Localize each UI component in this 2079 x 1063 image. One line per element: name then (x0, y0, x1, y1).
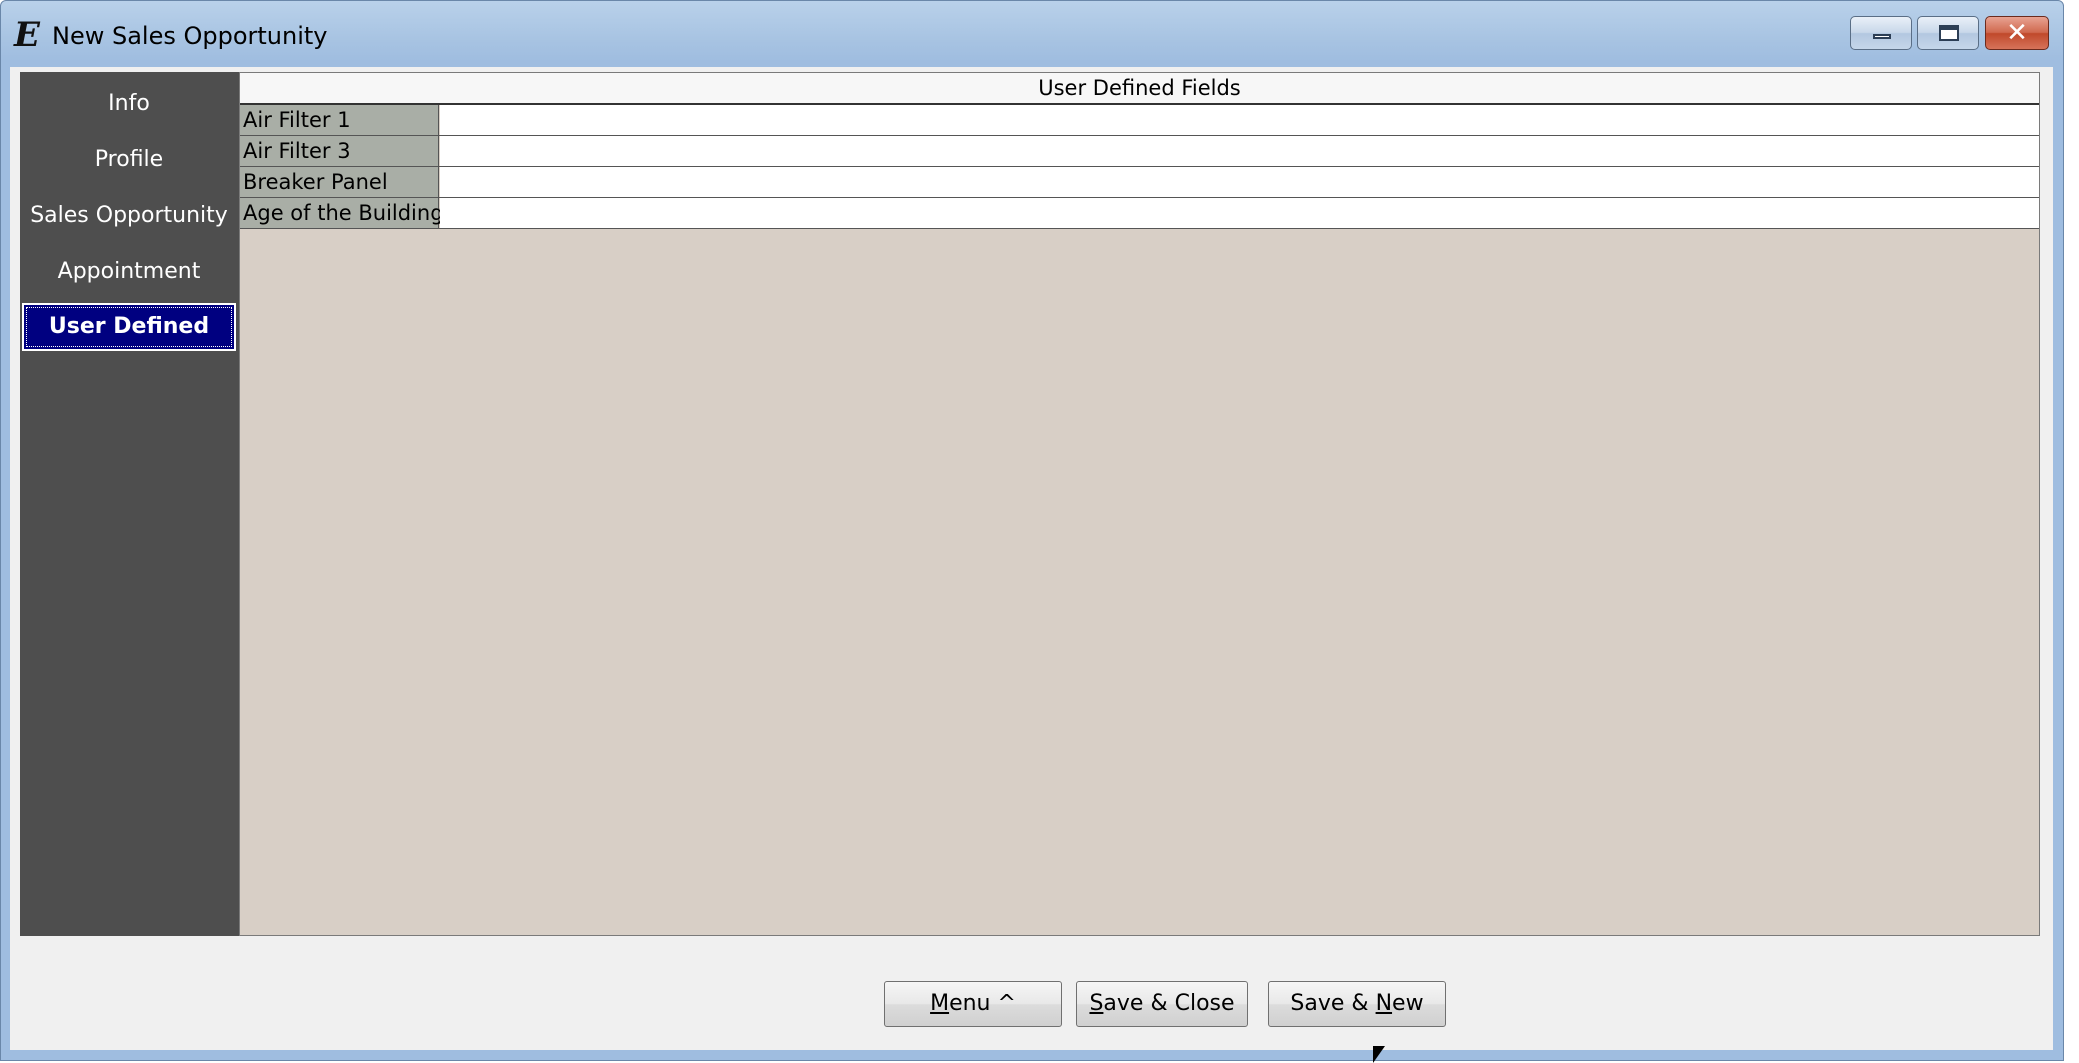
sidebar-item-appointment[interactable]: Appointment (22, 248, 236, 296)
maximize-button[interactable] (1917, 16, 1979, 50)
field-label: Age of the Building (240, 198, 444, 228)
save-close-button[interactable]: Save & Close (1076, 981, 1248, 1027)
menu-button-label: enu ^ (949, 991, 1016, 1016)
field-label: Air Filter 3 (240, 136, 439, 166)
title-bar[interactable]: E New Sales Opportunity ✕ (1, 1, 2063, 67)
close-button[interactable]: ✕ (1985, 16, 2049, 50)
panel-header: User Defined Fields (240, 73, 2039, 105)
field-row-age-of-building: Age of the Building (240, 198, 2039, 229)
menu-button-mnemonic: M (930, 991, 950, 1016)
air-filter-1-input[interactable] (440, 105, 2039, 135)
sidebar-item-user-defined[interactable]: User Defined (22, 303, 236, 351)
sidebar-item-sales-opportunity[interactable]: Sales Opportunity (22, 192, 236, 240)
field-row-air-filter-1: Air Filter 1 (240, 105, 2039, 136)
field-row-breaker-panel: Breaker Panel (240, 167, 2039, 198)
air-filter-3-input[interactable] (440, 136, 2039, 166)
sidebar-item-info[interactable]: Info (22, 80, 236, 128)
close-icon: ✕ (2006, 18, 2028, 48)
field-row-air-filter-3: Air Filter 3 (240, 136, 2039, 167)
age-of-building-input[interactable] (440, 198, 2039, 228)
app-logo-icon: E (14, 15, 40, 55)
minimize-button[interactable] (1850, 16, 1912, 50)
save-close-label: ave & Close (1103, 991, 1235, 1016)
sidebar-item-profile[interactable]: Profile (22, 136, 236, 184)
menu-button[interactable]: Menu ^ (884, 981, 1062, 1027)
mouse-cursor-icon (1373, 1046, 1385, 1063)
window-client-area: Info Profile Sales Opportunity Appointme… (10, 67, 2053, 1050)
save-new-label: ew (1392, 991, 1424, 1016)
minimize-icon (1873, 34, 1891, 39)
save-new-mnemonic: N (1375, 991, 1393, 1016)
field-label: Air Filter 1 (240, 105, 439, 135)
sidebar-nav: Info Profile Sales Opportunity Appointme… (20, 72, 239, 936)
maximize-icon (1939, 25, 1959, 41)
window-title: New Sales Opportunity (52, 22, 328, 50)
user-defined-fields-panel: User Defined Fields Air Filter 1 Air Fil… (239, 72, 2040, 936)
save-close-mnemonic: S (1089, 991, 1104, 1016)
save-new-label-prefix: Save & (1290, 991, 1376, 1016)
breaker-panel-input[interactable] (440, 167, 2039, 197)
field-label: Breaker Panel (240, 167, 439, 197)
save-new-button[interactable]: Save & New (1268, 981, 1446, 1027)
sales-opportunity-window: E New Sales Opportunity ✕ Info Profile S… (0, 0, 2064, 1061)
